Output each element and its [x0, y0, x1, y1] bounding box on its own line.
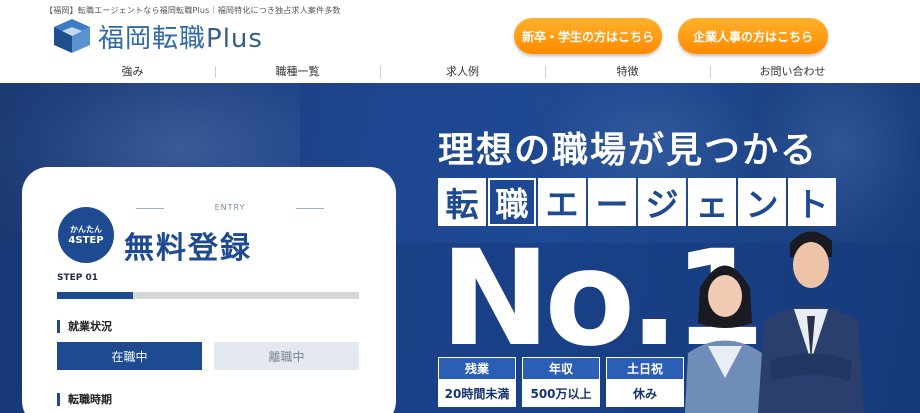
badge-value: 休み [606, 379, 684, 407]
badge-value: 500万以上 [522, 379, 600, 407]
benefit-badges: 残業 20時間未満 年収 500万以上 土日祝 休み [438, 357, 684, 409]
option-employed[interactable]: 在職中 [57, 342, 202, 370]
students-cta-button[interactable]: 新卒・学生の方はこちら [514, 18, 662, 54]
benefit-badge-salary: 年収 500万以上 [522, 357, 600, 409]
step-indicator: STEP 01 [57, 273, 99, 283]
hr-cta-button[interactable]: 企業人事の方はこちら [678, 18, 828, 54]
four-step-badge-line2: 4STEP [68, 235, 104, 246]
benefit-badge-overtime: 残業 20時間未満 [438, 357, 516, 409]
employment-status-label: 就業状況 [57, 320, 112, 333]
four-step-badge: かんたん 4STEP [58, 207, 114, 263]
badge-title: 土日祝 [606, 357, 684, 379]
nav-contact[interactable]: お問い合わせ [710, 62, 875, 82]
businessman-image [758, 231, 864, 413]
agent-char: エ [538, 178, 586, 226]
agent-char: ジ [638, 178, 686, 226]
badge-title: 残業 [438, 357, 516, 379]
agent-char: ト [788, 178, 836, 226]
logo-text: 福岡転職Plus [98, 18, 263, 55]
logo-main: 福岡転職 [98, 23, 207, 54]
logo-plus: Plus [206, 23, 263, 54]
step-progress-bar [57, 292, 359, 299]
job-change-timing-label: 転職時期 [57, 393, 112, 406]
step-progress-fill [57, 292, 133, 299]
nav-job-examples[interactable]: 求人例 [380, 62, 545, 82]
form-title: 無料登録 [124, 231, 252, 266]
agent-char: ェ [688, 178, 736, 226]
benefit-badge-holidays: 土日祝 休み [606, 357, 684, 409]
site-tagline: 【福岡】転職エージェントなら福岡転職Plus｜福岡特化につき独占求人案件多数 [45, 6, 341, 15]
hero-headline: 理想の職場が見つかる [438, 130, 819, 171]
badge-title: 年収 [522, 357, 600, 379]
nav-job-types[interactable]: 職種一覧 [215, 62, 380, 82]
entry-label: ENTRY [136, 203, 324, 212]
registration-form-card: ENTRY かんたん 4STEP 無料登録 STEP 01 就業状況 在職中 離… [22, 167, 396, 413]
badge-value: 20時間未満 [438, 379, 516, 407]
agent-heading: 転 職 エ ー ジ ェ ン ト [438, 178, 836, 226]
four-step-badge-line1: かんたん [70, 225, 102, 234]
site-logo[interactable]: 福岡転職Plus [50, 17, 263, 55]
main-nav: 強み 職種一覧 求人例 特徴 お問い合わせ [50, 62, 875, 82]
option-unemployed[interactable]: 離職中 [214, 342, 359, 370]
agent-char: 転 [438, 178, 486, 226]
logo-mark-icon [54, 19, 90, 53]
nav-strengths[interactable]: 強み [50, 62, 215, 82]
agent-char: ン [738, 178, 786, 226]
agent-char: ー [588, 178, 636, 226]
agent-char: 職 [488, 178, 536, 226]
nav-features[interactable]: 特徴 [545, 62, 710, 82]
site-header: 【福岡】転職エージェントなら福岡転職Plus｜福岡特化につき独占求人案件多数 福… [0, 0, 920, 83]
